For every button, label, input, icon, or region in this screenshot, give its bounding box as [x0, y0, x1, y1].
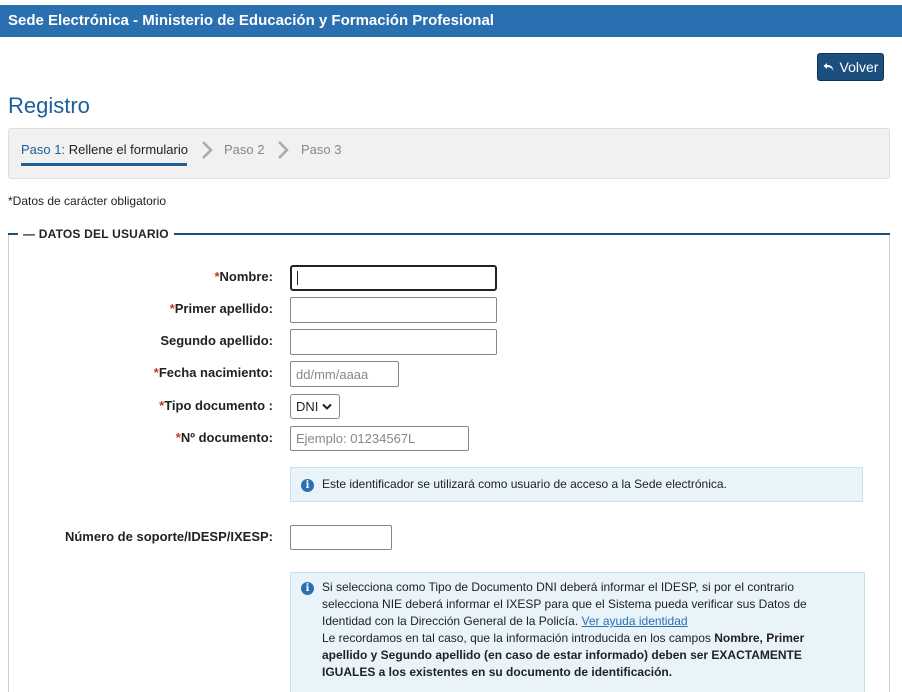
info-idesp-text-2: Le recordamos en tal caso, que la inform…	[322, 631, 715, 645]
chevron-right-icon	[278, 141, 289, 159]
info-icon: i	[301, 479, 314, 492]
step-3: Paso 3	[301, 142, 342, 157]
info-icon: i	[301, 582, 314, 595]
num-soporte-input[interactable]	[290, 525, 392, 550]
step-indicator: Paso 1: Rellene el formulario Paso 2 Pas…	[8, 128, 890, 179]
fecha-nacimiento-placeholder: dd/mm/aaaa	[296, 366, 369, 382]
legend-dash: —	[23, 227, 39, 241]
info-idesp-text: Si selecciona como Tipo de Documento DNI…	[322, 579, 847, 681]
num-documento-label-text: Nº documento:	[180, 430, 273, 445]
nombre-input[interactable]	[290, 265, 497, 291]
page-title: Registro	[8, 93, 90, 118]
chevron-down-icon	[322, 403, 333, 410]
tipo-documento-label-text: Tipo documento :	[164, 398, 273, 413]
num-documento-placeholder: Ejemplo: 01234567L	[296, 431, 416, 446]
fecha-nacimiento-input[interactable]: dd/mm/aaaa	[290, 361, 399, 387]
primer-apellido-label: *Primer apellido:	[100, 301, 273, 316]
back-button[interactable]: Volver	[817, 53, 884, 81]
primer-apellido-label-text: Primer apellido:	[174, 301, 273, 316]
primer-apellido-input[interactable]	[290, 297, 497, 323]
site-header: Sede Electrónica - Ministerio de Educaci…	[0, 5, 902, 37]
step-1-label: Rellene el formulario	[68, 142, 188, 157]
ayuda-identidad-link[interactable]: Ver ayuda identidad	[581, 614, 687, 628]
chevron-right-icon	[202, 141, 213, 159]
legend-text: DATOS DEL USUARIO	[38, 227, 169, 241]
step-2: Paso 2	[224, 142, 265, 157]
tipo-documento-select[interactable]: DNI	[290, 394, 340, 419]
step-1-number: Paso 1:	[21, 142, 66, 157]
info-box-idesp: i Si selecciona como Tipo de Documento D…	[290, 572, 865, 692]
fecha-nacimiento-label-text: Fecha nacimiento:	[158, 365, 273, 380]
nombre-label: *Nombre:	[100, 269, 273, 284]
info-box-identifier: i Este identificador se utilizará como u…	[290, 467, 863, 502]
fecha-nacimiento-label: *Fecha nacimiento:	[100, 365, 273, 380]
nombre-label-text: Nombre:	[219, 269, 273, 284]
active-step-underline	[21, 163, 187, 166]
num-documento-input[interactable]: Ejemplo: 01234567L	[290, 426, 469, 451]
fieldset-legend: — DATOS DEL USUARIO	[18, 227, 174, 241]
mandatory-note: *Datos de carácter obligatorio	[8, 194, 167, 208]
num-soporte-label: Número de soporte/IDESP/IXESP:	[64, 529, 273, 544]
site-title: Sede Electrónica - Ministerio de Educaci…	[8, 12, 494, 29]
tipo-documento-selected: DNI	[296, 399, 319, 414]
segundo-apellido-input[interactable]	[290, 329, 497, 355]
text-caret	[297, 271, 298, 285]
tipo-documento-label: *Tipo documento :	[100, 398, 273, 413]
step-1: Paso 1: Rellene el formulario	[21, 142, 188, 157]
num-documento-label: *Nº documento:	[100, 430, 273, 445]
undo-icon	[823, 63, 834, 71]
info-identifier-text: Este identificador se utilizará como usu…	[322, 477, 727, 491]
segundo-apellido-label: Segundo apellido:	[160, 333, 273, 348]
info-idesp-text-1: Si selecciona como Tipo de Documento DNI…	[322, 580, 807, 628]
back-button-label: Volver	[839, 59, 879, 75]
